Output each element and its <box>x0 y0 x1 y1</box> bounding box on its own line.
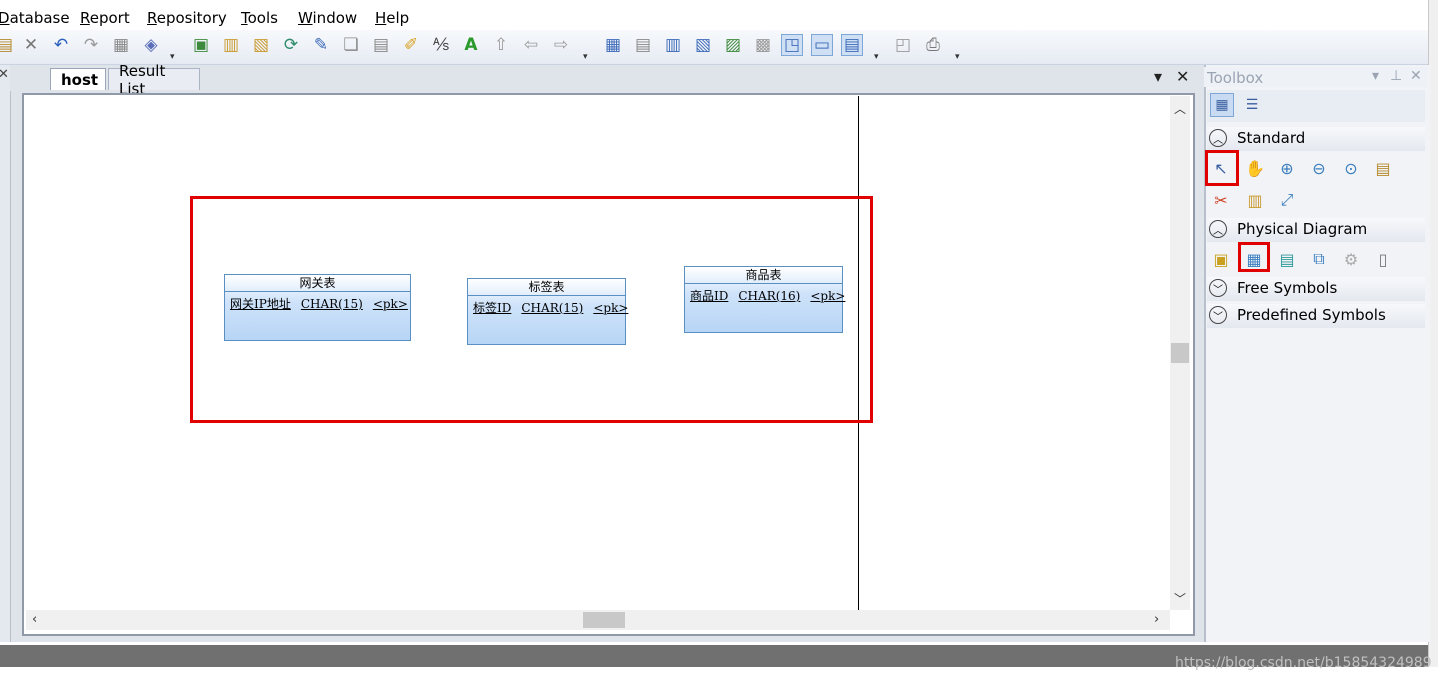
comment-icon[interactable]: ▭ <box>811 34 833 56</box>
watermark-text: https://blog.csdn.net/b15854324989 <box>1175 655 1432 671</box>
paint-icon[interactable]: ✐ <box>400 34 422 56</box>
toolbox-titlebar: Toolbox ▾ ⊥ ✕ <box>1204 67 1428 87</box>
print-preview-icon[interactable]: ◰ <box>892 34 914 56</box>
new-model-icon[interactable]: ▣ <box>190 34 212 56</box>
horizontal-scroll-thumb[interactable] <box>583 612 625 628</box>
section-standard[interactable]: ︿ Standard <box>1207 127 1425 151</box>
hand-tool-icon[interactable]: ✋ <box>1244 157 1266 179</box>
menu-repository[interactable]: Repository <box>147 9 227 27</box>
menu-bar: Database Report Repository Tools Window … <box>0 0 1428 30</box>
text-icon[interactable]: A <box>460 34 482 56</box>
scroll-down-icon[interactable]: ﹀ <box>1174 590 1186 607</box>
procedure-tool-icon[interactable]: ⚙ <box>1340 248 1362 270</box>
format-icon[interactable]: ▤ <box>370 34 392 56</box>
font-icon[interactable]: ⅍ <box>430 34 452 56</box>
collapse-icon: ︿ <box>1209 220 1227 238</box>
toolbox-view-buttons: ▦ ☰ <box>1207 90 1425 122</box>
redo-icon[interactable]: ↷ <box>80 34 102 56</box>
zoom-view-icon[interactable]: ◳ <box>781 34 803 56</box>
scroll-right-icon[interactable]: › <box>1154 612 1159 627</box>
pane-menu-icon[interactable]: ▾ <box>1154 67 1162 86</box>
highlight-box-table-tool <box>1238 242 1270 272</box>
expand-icon: ﹀ <box>1209 279 1227 297</box>
left-panel-edge <box>0 65 11 642</box>
section-free-symbols[interactable]: ﹀ Free Symbols <box>1207 277 1425 301</box>
section-predefined-symbols[interactable]: ﹀ Predefined Symbols <box>1207 304 1425 328</box>
group-icon[interactable]: ▤ <box>632 34 654 56</box>
view-tool-icon[interactable]: ▤ <box>1276 248 1298 270</box>
section-physical-diagram[interactable]: ︿ Physical Diagram <box>1207 218 1425 242</box>
section-label: Standard <box>1237 129 1306 147</box>
expand-icon: ﹀ <box>1209 306 1227 324</box>
delete-icon[interactable]: ✕ <box>20 34 42 56</box>
check-model-icon[interactable]: ◈ <box>140 34 162 56</box>
toolbar: ▤ ✕ ↶ ↷ ▦ ◈ ▾ ▣ ▥ ▧ ⟳ ✎ ❏ ▤ ✐ ⅍ A ⇧ ⇦ ⇨ … <box>0 30 1428 65</box>
toolbar-overflow-icon-4[interactable]: ▾ <box>955 52 960 62</box>
package-tool-icon[interactable]: ▣ <box>1210 248 1232 270</box>
highlight-box-pointer <box>1205 150 1239 186</box>
zoom-fit-icon[interactable]: ⊙ <box>1340 157 1362 179</box>
section-label: Physical Diagram <box>1237 220 1368 238</box>
menu-database[interactable]: Database <box>0 9 70 27</box>
vertical-scroll-thumb[interactable] <box>1171 343 1189 363</box>
toolbar-overflow-icon-3[interactable]: ▾ <box>874 52 879 62</box>
reference-tool-icon[interactable]: ⧉ <box>1308 248 1330 270</box>
toolbar-overflow-icon-2[interactable]: ▾ <box>583 52 588 62</box>
document-tabs: host Result List <box>10 62 1204 98</box>
import-icon[interactable]: ▧ <box>250 34 272 56</box>
toolbox-pin-icon[interactable]: ⊥ <box>1390 68 1402 84</box>
collapse-icon: ︿ <box>1209 129 1227 147</box>
toolbox-title: Toolbox <box>1207 69 1264 87</box>
paste-tool-icon[interactable]: ▥ <box>1244 189 1266 211</box>
paste-icon[interactable]: ▤ <box>0 34 16 56</box>
scroll-left-icon[interactable]: ‹ <box>32 612 37 627</box>
section-label: Free Symbols <box>1237 279 1338 297</box>
vertical-scrollbar[interactable]: ︿ ﹀ <box>1170 96 1190 610</box>
open-model-icon[interactable]: ▥ <box>220 34 242 56</box>
left-panel-close-icon[interactable]: ✕ <box>0 67 9 82</box>
print-icon[interactable]: ⎙ <box>922 34 944 56</box>
tab-host[interactable]: host <box>50 68 106 90</box>
file-tool-icon[interactable]: ▯ <box>1372 248 1394 270</box>
menu-report[interactable]: Report <box>80 9 130 27</box>
undo-icon[interactable]: ↶ <box>50 34 72 56</box>
align-icon[interactable]: ▥ <box>662 34 684 56</box>
zoom-in-icon[interactable]: ⊕ <box>1276 157 1298 179</box>
link-tool-icon[interactable]: ⤢ <box>1276 189 1298 211</box>
horizontal-scrollbar[interactable]: ‹ › <box>26 610 1170 630</box>
scroll-up-icon[interactable]: ︿ <box>1174 100 1186 117</box>
cut-tool-icon[interactable]: ✂ <box>1210 189 1232 211</box>
view-icon[interactable]: ▩ <box>752 34 774 56</box>
rearrange-icon[interactable]: ▨ <box>722 34 744 56</box>
icon-view-icon[interactable]: ▦ <box>1210 93 1234 117</box>
properties-icon[interactable]: ▦ <box>110 34 132 56</box>
highlight-box-tables <box>190 196 873 423</box>
forward-icon[interactable]: ⇨ <box>550 34 572 56</box>
menu-help[interactable]: Help <box>375 9 409 27</box>
edit-icon[interactable]: ✎ <box>310 34 332 56</box>
pane-close-icon[interactable]: ✕ <box>1176 67 1189 86</box>
properties-tool-icon[interactable]: ▤ <box>1372 157 1394 179</box>
back-icon[interactable]: ⇦ <box>520 34 542 56</box>
shadow-icon[interactable]: ❏ <box>340 34 362 56</box>
section-label: Predefined Symbols <box>1237 306 1386 324</box>
layout-icon[interactable]: ▦ <box>602 34 624 56</box>
menu-window[interactable]: Window <box>298 9 357 27</box>
refresh-icon[interactable]: ⟳ <box>280 34 302 56</box>
sheet-icon[interactable]: ▤ <box>841 34 863 56</box>
toolbox-close-icon[interactable]: ✕ <box>1410 68 1422 84</box>
tab-result-list[interactable]: Result List <box>108 62 200 98</box>
arrange-icon[interactable]: ⇧ <box>490 34 512 56</box>
menu-tools[interactable]: Tools <box>241 9 278 27</box>
distribute-icon[interactable]: ▧ <box>692 34 714 56</box>
zoom-out-icon[interactable]: ⊖ <box>1308 157 1330 179</box>
list-view-icon[interactable]: ☰ <box>1240 93 1264 117</box>
toolbar-overflow-icon[interactable]: ▾ <box>170 52 175 62</box>
toolbox-menu-icon[interactable]: ▾ <box>1372 68 1379 84</box>
